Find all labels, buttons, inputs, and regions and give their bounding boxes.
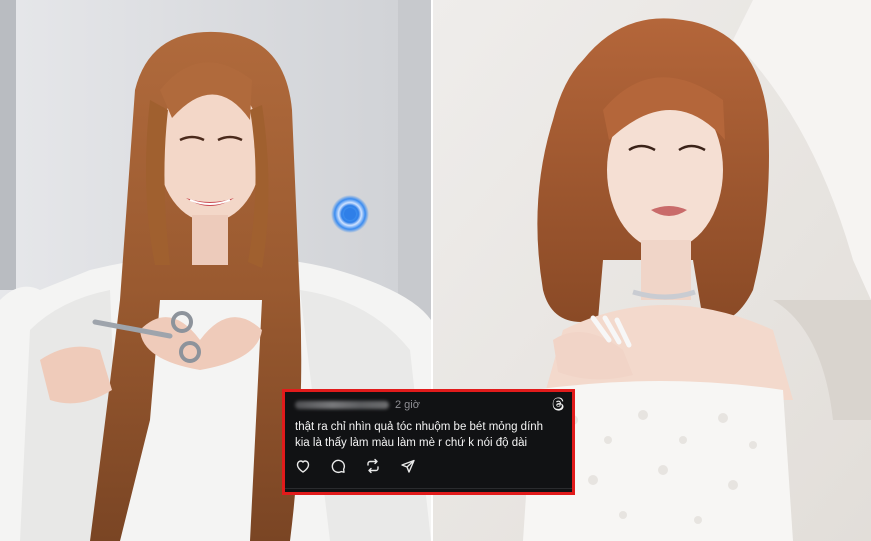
comment-text: thật ra chỉ nhìn quả tóc nhuộm be bét mỏ… — [295, 419, 567, 451]
comment-card: 2 giờ thật ra chỉ nhìn quả tóc nhuộm be … — [282, 389, 575, 495]
comment-line: kia là thấy làm màu làm mè r chứ k nói đ… — [295, 437, 528, 449]
threads-icon[interactable] — [551, 397, 565, 411]
comment-line: thật ra chỉ nhìn quả tóc nhuộm be bét mỏ… — [295, 421, 544, 433]
comment-header: 2 giờ — [295, 397, 565, 412]
repost-icon — [367, 458, 379, 474]
comment-divider — [285, 488, 572, 489]
like-button[interactable] — [295, 458, 311, 474]
comment-timestamp: 2 giờ — [395, 399, 420, 411]
comment-actions — [295, 458, 435, 474]
next-comment-avatar — [556, 492, 566, 495]
repost-button[interactable] — [365, 458, 381, 474]
send-icon — [401, 459, 415, 473]
share-button[interactable] — [400, 458, 416, 474]
heart-icon — [296, 460, 310, 473]
blurred-username — [295, 401, 389, 409]
reply-button[interactable] — [330, 458, 346, 474]
comment-icon — [331, 459, 345, 473]
